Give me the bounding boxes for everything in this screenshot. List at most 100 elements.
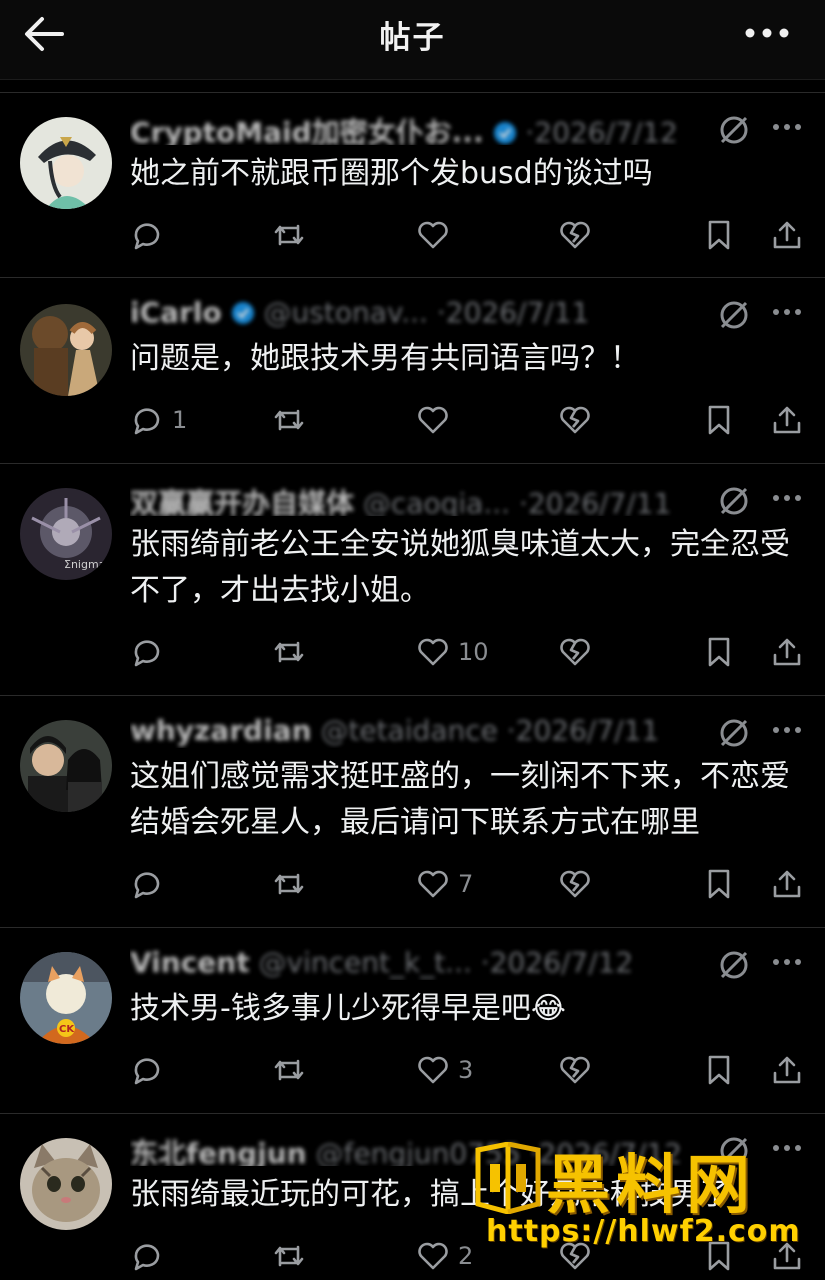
repost-button[interactable] bbox=[272, 400, 306, 440]
block-icon[interactable] bbox=[717, 113, 751, 147]
post-actions: 3 bbox=[0, 1050, 825, 1090]
share-button[interactable] bbox=[770, 1050, 804, 1090]
post-more-icon[interactable] bbox=[771, 302, 803, 322]
like-button[interactable] bbox=[416, 400, 458, 440]
heart-icon bbox=[418, 406, 448, 434]
like-button[interactable]: 7 bbox=[416, 864, 473, 904]
bookmark-button[interactable] bbox=[702, 632, 736, 672]
share-icon bbox=[773, 1056, 801, 1084]
reply-button[interactable] bbox=[130, 1236, 172, 1276]
reply-post[interactable]: Σnigma 双赢赢开办自媒体 @caoqia... ·2026/7/11 张雨… bbox=[0, 464, 825, 696]
post-more-icon[interactable] bbox=[771, 952, 803, 972]
avatar[interactable] bbox=[20, 304, 112, 396]
block-icon[interactable] bbox=[717, 298, 751, 332]
share-icon bbox=[773, 638, 801, 666]
avatar[interactable] bbox=[20, 720, 112, 812]
share-button[interactable] bbox=[770, 864, 804, 904]
like-button[interactable]: 10 bbox=[416, 632, 489, 672]
share-button[interactable] bbox=[770, 400, 804, 440]
author-handle[interactable]: @vincent_k_t... bbox=[259, 946, 472, 979]
dislike-button[interactable] bbox=[558, 632, 592, 672]
post-text: 这姐们感觉需求挺旺盛的，一刻闲不下来，不恋爱结婚会死星人，最后请问下联系方式在哪… bbox=[130, 759, 790, 840]
author-name[interactable]: CryptoMaid加密女仆お... bbox=[130, 116, 484, 145]
like-button[interactable]: 3 bbox=[416, 1050, 473, 1090]
author-name[interactable]: whyzardian bbox=[130, 714, 312, 747]
reply-button[interactable] bbox=[130, 632, 172, 672]
post-date: ·2026/7/11 bbox=[506, 714, 660, 747]
bookmark-icon bbox=[708, 405, 730, 435]
post-text: 问题是，她跟技术男有共同语言吗？！ bbox=[130, 341, 640, 376]
author-handle[interactable]: @ustonav... bbox=[264, 296, 428, 329]
avatar[interactable] bbox=[20, 1138, 112, 1230]
reply-post[interactable]: iCarlo @ustonav... ·2026/7/11 问题是，她跟技术男有… bbox=[0, 278, 825, 464]
bookmark-button[interactable] bbox=[702, 864, 736, 904]
reply-button[interactable] bbox=[130, 215, 172, 255]
repost-icon bbox=[274, 873, 304, 895]
heart-icon bbox=[418, 870, 448, 898]
more-options-button[interactable] bbox=[743, 18, 791, 48]
reply-post[interactable]: CK Vincent @vincent_k_t... ·2026/7/12 技术… bbox=[0, 928, 825, 1114]
bookmark-button[interactable] bbox=[702, 215, 736, 255]
heart-icon bbox=[418, 638, 448, 666]
post-more-icon[interactable] bbox=[771, 117, 803, 137]
repost-button[interactable] bbox=[272, 1236, 306, 1276]
post-more-icon[interactable] bbox=[771, 488, 803, 508]
author-handle[interactable]: @caoqia... bbox=[363, 487, 510, 516]
reply-post[interactable]: whyzardian @tetaidance ·2026/7/11 这姐们感觉需… bbox=[0, 696, 825, 928]
avatar[interactable]: CK bbox=[20, 952, 112, 1044]
repost-button[interactable] bbox=[272, 215, 306, 255]
watermark-url: https://hlwf2.com bbox=[486, 1214, 801, 1249]
post-actions bbox=[0, 215, 825, 255]
like-button[interactable] bbox=[416, 215, 458, 255]
like-button[interactable]: 2 bbox=[416, 1236, 473, 1276]
post-actions: 7 bbox=[0, 864, 825, 904]
reply-button[interactable] bbox=[130, 1050, 172, 1090]
dislike-button[interactable] bbox=[558, 400, 592, 440]
author-name[interactable]: 东北fengjun bbox=[130, 1137, 307, 1166]
repost-icon bbox=[274, 641, 304, 663]
post-actions: 1 bbox=[0, 400, 825, 440]
repost-icon bbox=[274, 224, 304, 246]
heart-icon bbox=[418, 221, 448, 249]
author-name[interactable]: Vincent bbox=[130, 946, 250, 979]
reply-button[interactable]: 1 bbox=[130, 400, 187, 440]
reply-icon bbox=[134, 1244, 160, 1271]
author-name[interactable]: iCarlo bbox=[130, 296, 222, 329]
reply-post[interactable]: CryptoMaid加密女仆お... ·2026/7/12 她之前不就跟币圈那个… bbox=[0, 92, 825, 278]
dislike-button[interactable] bbox=[558, 864, 592, 904]
repost-icon bbox=[274, 1059, 304, 1081]
svg-text:Σnigma: Σnigma bbox=[64, 558, 105, 571]
post-date: ·2026/7/11 bbox=[436, 296, 590, 329]
post-text: 技术男-钱多事儿少死得早是吧😂 bbox=[130, 991, 566, 1026]
watermark-logo-icon bbox=[475, 1142, 541, 1214]
share-button[interactable] bbox=[770, 215, 804, 255]
svg-text:CK: CK bbox=[59, 1024, 75, 1035]
repost-button[interactable] bbox=[272, 864, 306, 904]
dislike-button[interactable] bbox=[558, 215, 592, 255]
avatar[interactable]: Σnigma bbox=[20, 488, 112, 580]
bookmark-icon bbox=[708, 637, 730, 667]
reply-button[interactable] bbox=[130, 864, 172, 904]
top-bar: 帖子 bbox=[0, 0, 825, 80]
post-more-icon[interactable] bbox=[771, 720, 803, 740]
reply-icon bbox=[134, 872, 160, 899]
dislike-button[interactable] bbox=[558, 1050, 592, 1090]
repost-button[interactable] bbox=[272, 1050, 306, 1090]
block-icon[interactable] bbox=[717, 716, 751, 750]
post-meta: iCarlo @ustonav... ·2026/7/11 bbox=[130, 296, 710, 330]
bookmark-button[interactable] bbox=[702, 1050, 736, 1090]
broken-heart-icon bbox=[560, 221, 590, 249]
repost-button[interactable] bbox=[272, 632, 306, 672]
block-icon[interactable] bbox=[717, 484, 751, 518]
post-date: ·2026/7/11 bbox=[518, 487, 672, 516]
bookmark-icon bbox=[708, 220, 730, 250]
share-button[interactable] bbox=[770, 632, 804, 672]
post-text: 她之前不就跟币圈那个发busd的谈过吗 bbox=[130, 156, 653, 191]
avatar[interactable] bbox=[20, 117, 112, 209]
reply-icon bbox=[134, 1058, 160, 1085]
like-count: 10 bbox=[458, 638, 489, 666]
author-name[interactable]: 双赢赢开办自媒体 bbox=[130, 487, 354, 516]
author-handle[interactable]: @tetaidance bbox=[320, 714, 497, 747]
bookmark-button[interactable] bbox=[702, 400, 736, 440]
block-icon[interactable] bbox=[717, 948, 751, 982]
